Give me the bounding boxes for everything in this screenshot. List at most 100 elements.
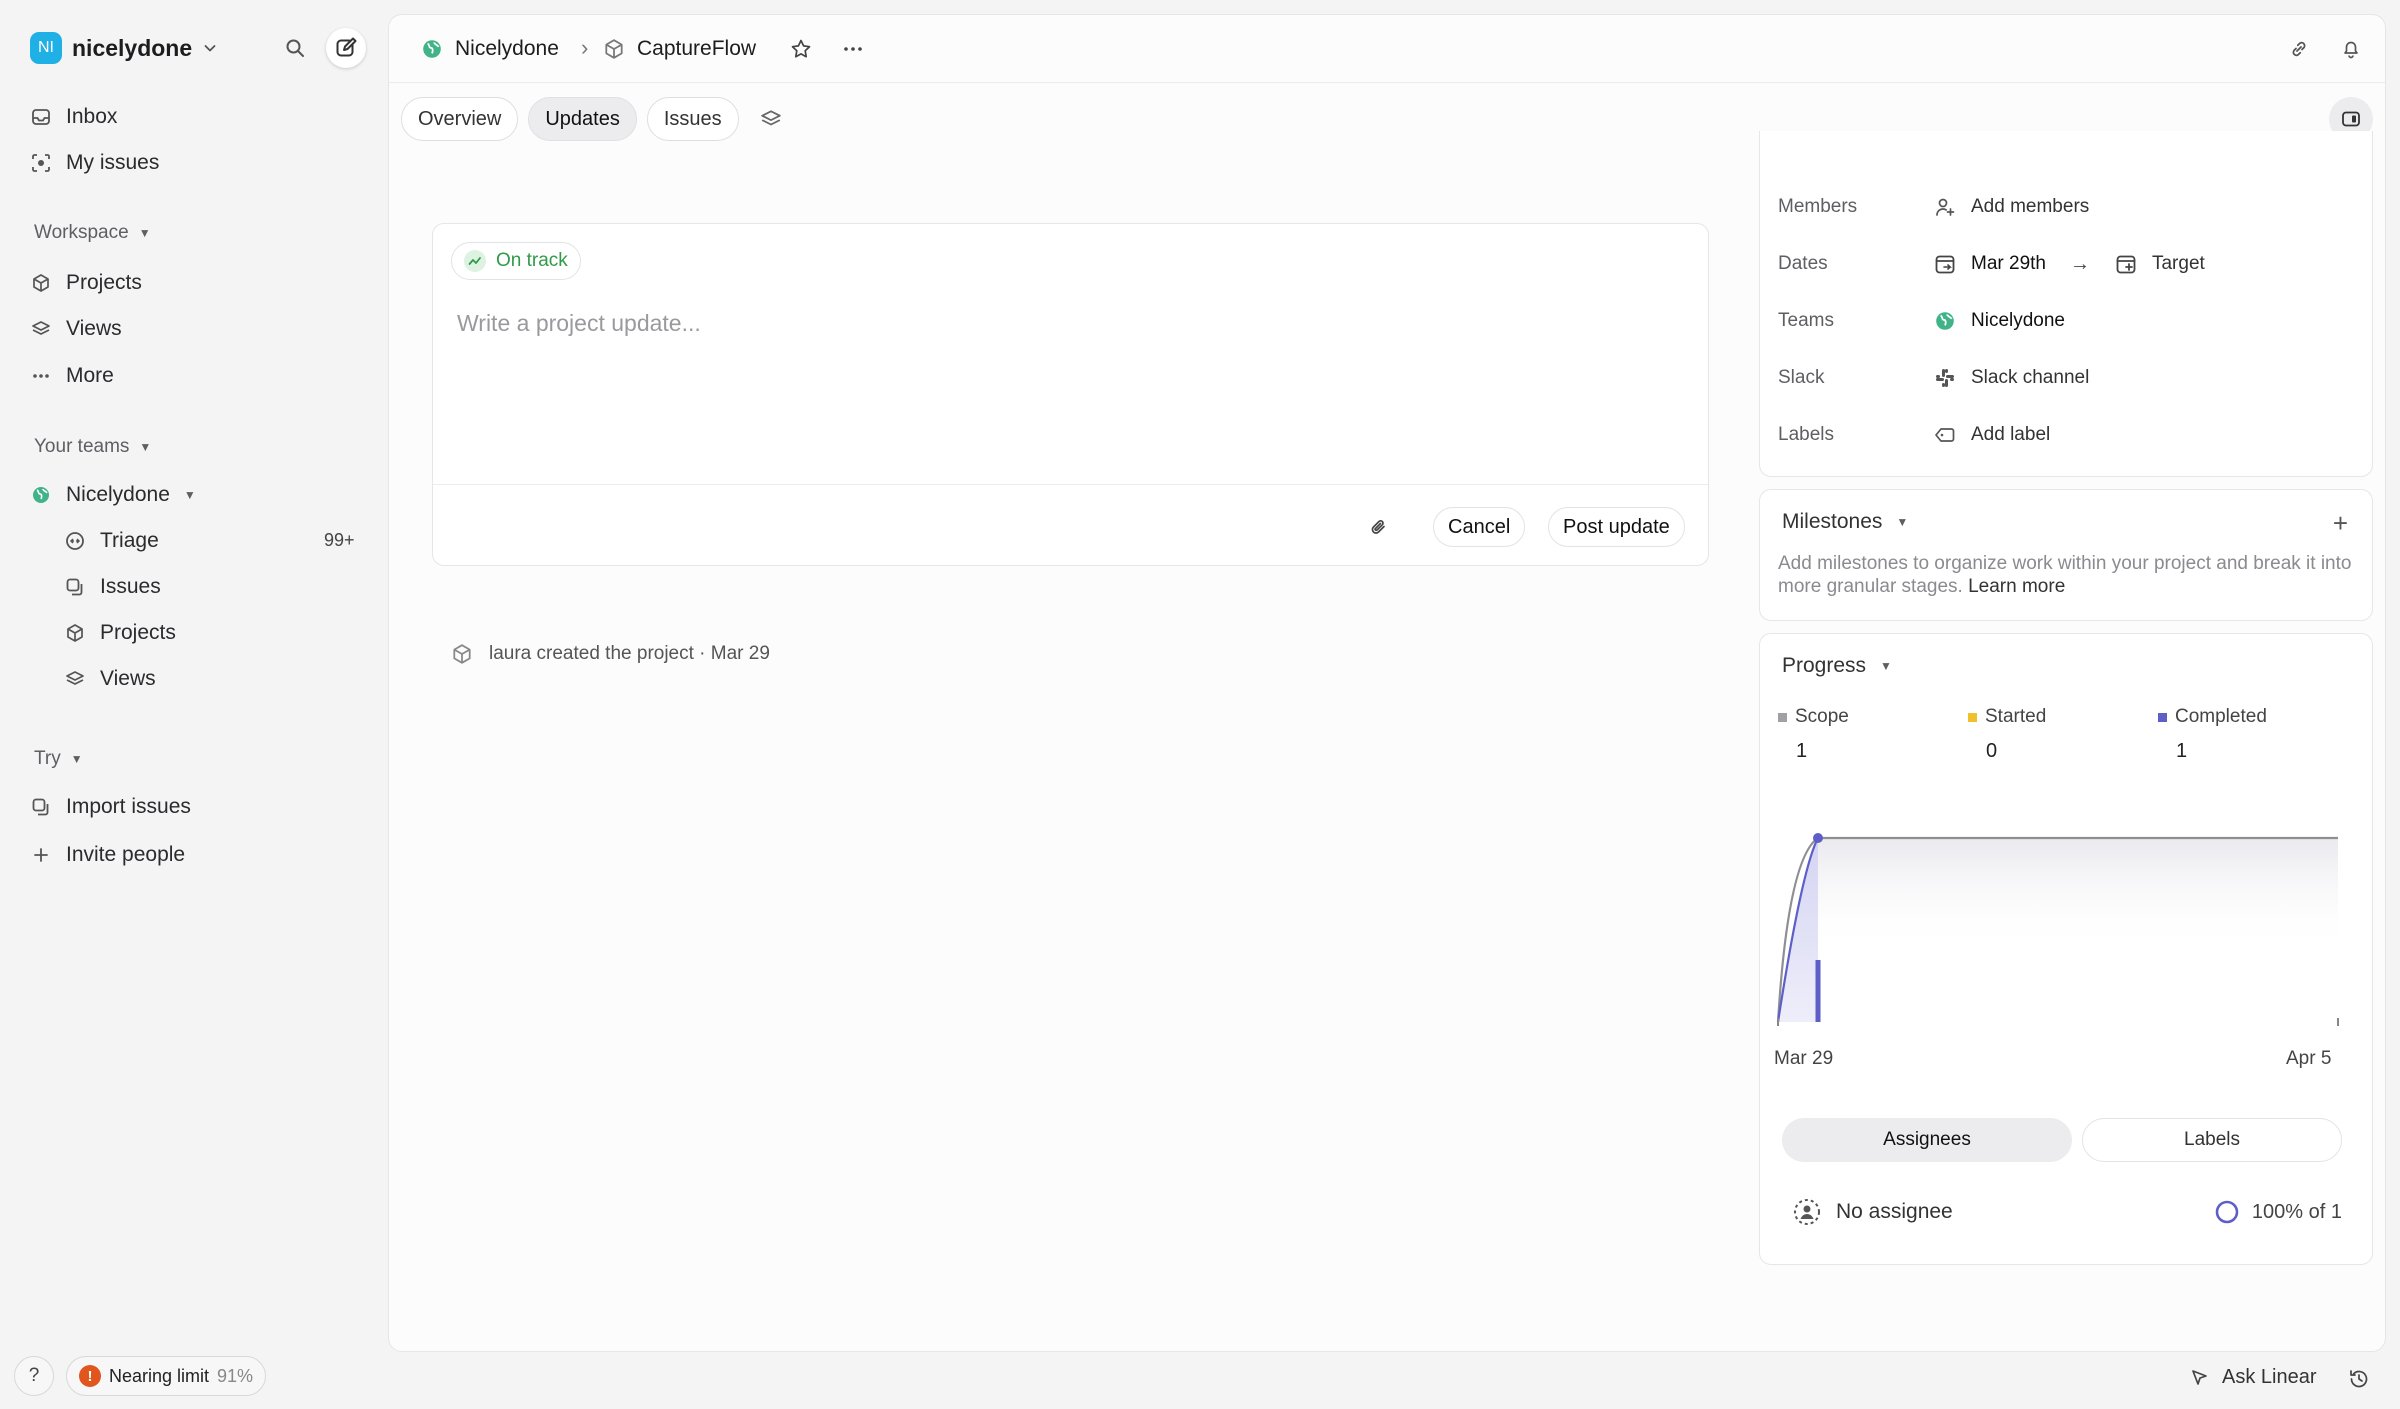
limit-percent: 91% [217, 1365, 254, 1386]
bell-icon[interactable] [2335, 33, 2367, 65]
sidebar-item-label: My issues [66, 151, 160, 174]
legend-swatch [1968, 712, 1977, 722]
milestones-header[interactable]: Milestones ▼ [1782, 510, 1908, 534]
legend-started: Started 0 [1968, 706, 2046, 763]
progress-header[interactable]: Progress ▼ [1782, 654, 1892, 678]
breadcrumb-separator: › [581, 35, 589, 60]
tab-issues[interactable]: Issues [646, 97, 739, 141]
link-icon[interactable] [2283, 33, 2315, 65]
caret-down-icon: ▼ [139, 440, 152, 454]
project-update-composer: On track Cancel Post update [432, 223, 1709, 566]
property-label: Dates [1778, 253, 1828, 274]
ellipsis-icon [30, 365, 52, 387]
activity-text: laura created the project · Mar 29 [489, 643, 770, 664]
no-assignee-icon [1792, 1197, 1822, 1227]
sidebar-item-views[interactable]: Views [30, 310, 122, 348]
sidebar-item-label: Triage [100, 529, 159, 552]
target-date-button[interactable]: Target [2114, 252, 2205, 276]
sidebar-item-invite-people[interactable]: Invite people [30, 836, 185, 874]
post-update-button[interactable]: Post update [1548, 507, 1685, 547]
progress-title: Progress [1782, 654, 1867, 677]
sidebar-item-more[interactable]: More [30, 357, 114, 395]
help-button[interactable]: ? [14, 1356, 54, 1396]
sidebar-item-import-issues[interactable]: Import issues [30, 788, 191, 826]
add-label-button[interactable]: Add label [1933, 423, 2050, 447]
legend-label: Scope [1795, 706, 1849, 727]
status-label: On track [496, 250, 568, 271]
section-label: Try [34, 748, 61, 769]
sidebar-item-triage[interactable]: Triage [64, 522, 159, 560]
team-chip[interactable]: Nicelydone [1933, 309, 2065, 333]
tab-overview[interactable]: Overview [401, 97, 519, 141]
assignee-row[interactable]: No assignee 100% of 1 [1792, 1194, 2342, 1230]
start-date-button[interactable]: Mar 29th [1933, 252, 2046, 276]
sidebar-item-inbox[interactable]: Inbox [30, 98, 117, 136]
issues-icon [64, 576, 86, 598]
x-tick-label: Apr 5 [2286, 1048, 2332, 1069]
property-label: Slack [1778, 367, 1825, 388]
breadcrumb-project[interactable]: CaptureFlow [603, 33, 756, 65]
sidebar-item-label: Issues [100, 575, 161, 598]
inbox-icon [30, 106, 52, 128]
search-icon[interactable] [280, 33, 310, 63]
cancel-button[interactable]: Cancel [1433, 507, 1526, 547]
add-members-button[interactable]: Add members [1933, 195, 2089, 219]
data-point [1813, 833, 1823, 843]
workspace-avatar: NI [30, 32, 62, 64]
sidebar-item-my-issues[interactable]: My issues [30, 144, 159, 182]
sidebar-item-team-projects[interactable]: Projects [64, 614, 176, 652]
more-options-icon[interactable] [837, 33, 869, 65]
sidebar-item-label: Views [66, 317, 122, 340]
workspace-name: nicelydone [72, 34, 193, 61]
sidebar-item-projects[interactable]: Projects [30, 264, 142, 302]
property-slack: Slack Slack channel [1778, 360, 2358, 396]
section-your-teams[interactable]: Your teams ▼ [34, 436, 151, 458]
progress-ring-icon [2215, 1200, 2239, 1224]
sidebar-item-label: Nicelydone [66, 483, 170, 506]
property-members: Members Add members [1778, 189, 2358, 225]
health-status-dropdown[interactable]: On track [451, 242, 581, 280]
section-label: Workspace [34, 222, 129, 243]
layers-icon [64, 668, 86, 690]
sidebar-team-nicelydone[interactable]: Nicelydone ▼ [30, 476, 196, 514]
slack-channel-button[interactable]: Slack channel [1933, 366, 2089, 390]
history-icon[interactable] [2348, 1368, 2370, 1390]
sidebar-item-issues[interactable]: Issues [64, 568, 161, 606]
main-panel: Nicelydone › CaptureFlow Overview Update… [388, 14, 2386, 1352]
activity-item: laura created the project · Mar 29 [451, 643, 770, 665]
cube-icon [64, 622, 86, 644]
milestones-card: Milestones ▼ + Add milestones to organiz… [1759, 489, 2373, 621]
target-date: Target [2151, 253, 2205, 274]
breadcrumb-team[interactable]: Nicelydone [421, 33, 559, 65]
paperclip-icon[interactable] [1363, 511, 1395, 543]
plus-icon [30, 844, 52, 866]
layers-add-icon[interactable] [749, 97, 793, 141]
add-milestone-icon[interactable]: + [2333, 508, 2348, 539]
property-label: Labels [1778, 424, 1834, 445]
breakdown-toggle: Assignees Labels [1782, 1118, 2342, 1162]
import-icon [30, 796, 52, 818]
property-value: Add members [1971, 196, 2090, 217]
legend-value: 0 [1986, 740, 1998, 762]
sidebar-item-team-views[interactable]: Views [64, 660, 156, 698]
star-icon[interactable] [785, 33, 817, 65]
learn-more-link[interactable]: Learn more [1968, 576, 2065, 597]
cube-icon [603, 38, 625, 60]
milestones-description: Add milestones to organize work within y… [1778, 552, 2363, 598]
segment-labels[interactable]: Labels [2082, 1118, 2342, 1162]
segment-assignees[interactable]: Assignees [1782, 1118, 2072, 1162]
team-globe-icon [421, 38, 443, 60]
nearing-limit-badge[interactable]: ! Nearing limit 91% [66, 1356, 267, 1396]
milestones-title: Milestones [1782, 510, 1883, 533]
tab-updates[interactable]: Updates [528, 97, 637, 141]
compose-icon[interactable] [326, 28, 366, 68]
project-tabs: Overview Updates Issues [401, 97, 793, 141]
workspace-switcher[interactable]: NI nicelydone [30, 30, 218, 66]
sidebar-item-label: More [66, 364, 114, 387]
section-workspace[interactable]: Workspace ▼ [34, 222, 151, 244]
project-update-input[interactable] [457, 310, 1677, 337]
section-try[interactable]: Try ▼ [34, 748, 83, 770]
sidebar-item-label: Import issues [66, 795, 191, 818]
ask-linear-button[interactable]: Ask Linear [2190, 1366, 2317, 1389]
legend-label: Started [1985, 706, 2047, 727]
